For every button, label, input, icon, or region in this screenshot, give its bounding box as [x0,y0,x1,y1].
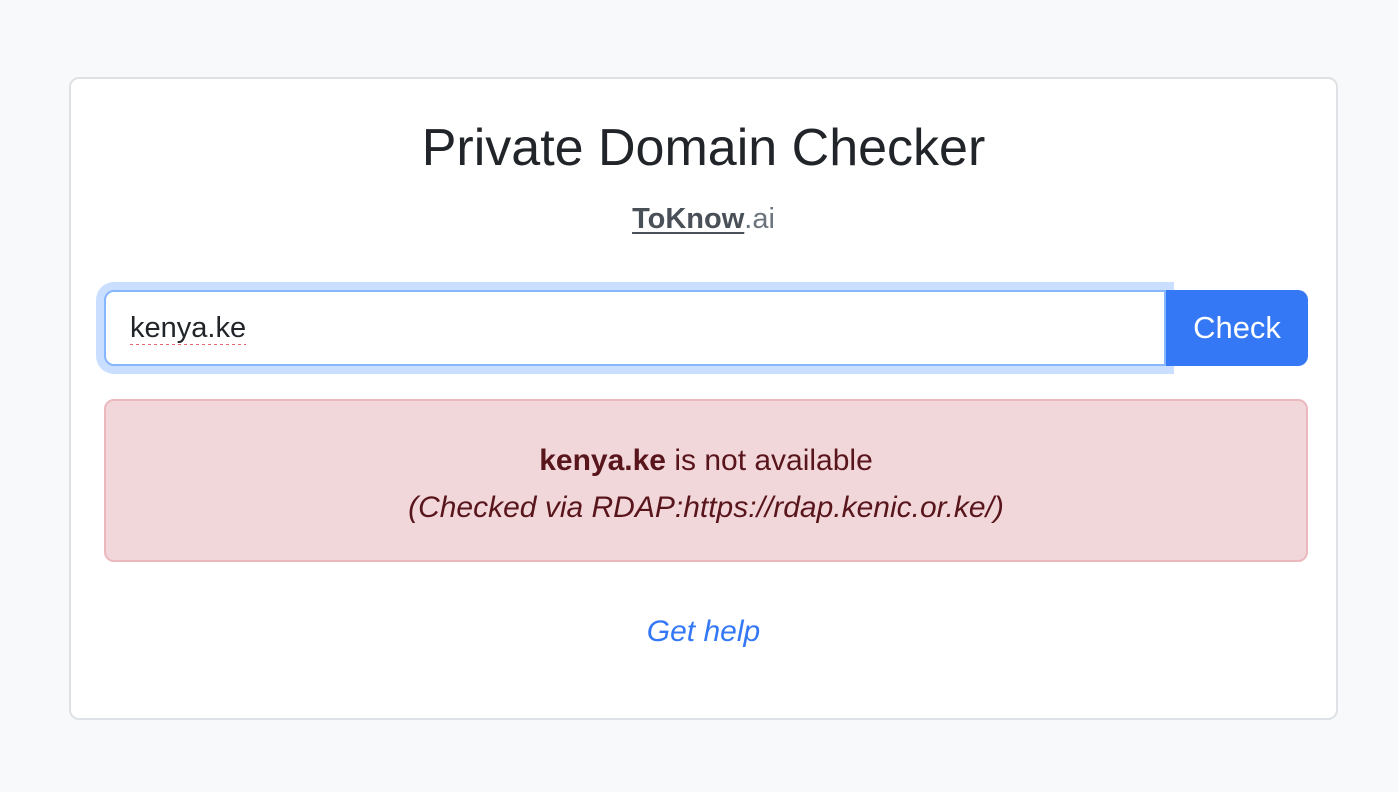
get-help-link[interactable]: Get help [71,615,1336,649]
result-message: kenya.ke is not available [106,437,1306,484]
brand-line: ToKnow.ai [71,199,1336,239]
check-button[interactable]: Check [1166,290,1308,366]
domain-search-group: Check [104,290,1308,366]
result-source: (Checked via RDAP:https://rdap.kenic.or.… [408,491,1004,524]
domain-input[interactable] [104,290,1166,366]
result-domain: kenya.ke [539,444,666,477]
brand-suffix: .ai [744,203,775,235]
result-alert: kenya.ke is not available (Checked via R… [104,399,1308,562]
brand-link[interactable]: ToKnow [632,203,744,235]
page-title: Private Domain Checker [421,119,986,177]
result-status-text: is not available [665,444,873,477]
domain-checker-card: Private Domain Checker ToKnow.ai Check k… [69,77,1338,720]
